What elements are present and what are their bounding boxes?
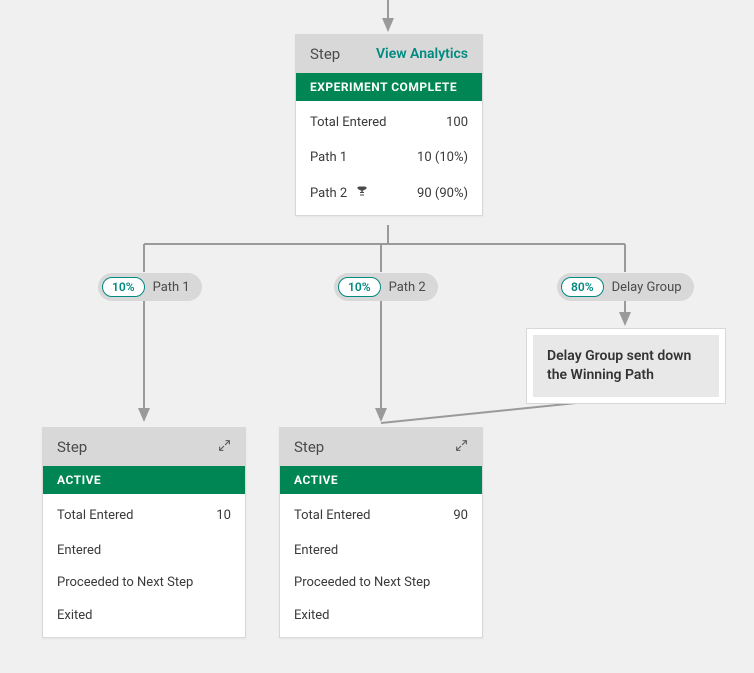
row-entered: Entered (280, 533, 482, 568)
row-exited: Exited (43, 598, 245, 633)
status-active: ACTIVE (43, 466, 245, 494)
label-total-entered: Total Entered (57, 508, 216, 523)
label-path1: Path 1 (310, 150, 417, 165)
value-path1: 10 (10%) (417, 150, 468, 165)
card-body: Total Entered 10 Entered Proceeded to Ne… (43, 494, 245, 637)
pill-path1-label: Path 1 (153, 280, 190, 295)
delay-group-note-text: Delay Group sent down the Winning Path (533, 335, 719, 397)
label-entered: Entered (57, 543, 231, 558)
row-proceeded: Proceeded to Next Step (280, 568, 482, 598)
delay-group-note: Delay Group sent down the Winning Path (526, 328, 726, 404)
label-path2: Path 2 (310, 185, 417, 201)
value-total-entered: 100 (446, 115, 468, 130)
expand-icon[interactable] (218, 438, 231, 456)
label-exited: Exited (57, 608, 231, 623)
status-active: ACTIVE (280, 466, 482, 494)
trophy-icon (356, 185, 368, 201)
card-body: Total Entered 90 Entered Proceeded to Ne… (280, 494, 482, 637)
path2-step-card: Step ACTIVE Total Entered 90 Entered Pro… (279, 427, 483, 638)
pill-delay-label: Delay Group (612, 280, 682, 295)
row-entered: Entered (43, 533, 245, 568)
row-proceeded: Proceeded to Next Step (43, 568, 245, 598)
path1-step-card: Step ACTIVE Total Entered 10 Entered Pro… (42, 427, 246, 638)
pill-path2-label: Path 2 (389, 280, 426, 295)
card-header: Step (280, 428, 482, 466)
card-title: Step (294, 438, 324, 456)
status-experiment-complete: EXPERIMENT COMPLETE (296, 73, 482, 101)
card-title: Step (310, 45, 340, 63)
row-exited: Exited (280, 598, 482, 633)
card-body: Total Entered 100 Path 1 10 (10%) Path 2… (296, 101, 482, 215)
row-path1: Path 1 10 (10%) (296, 140, 482, 175)
value-total-entered: 10 (216, 508, 231, 523)
label-exited: Exited (294, 608, 468, 623)
pill-path1-pct: 10% (102, 277, 145, 297)
row-total-entered: Total Entered 90 (280, 498, 482, 533)
pill-path2: 10% Path 2 (334, 273, 438, 301)
label-proceeded: Proceeded to Next Step (57, 574, 231, 592)
card-header: Step View Analytics (296, 35, 482, 73)
experiment-step-card: Step View Analytics EXPERIMENT COMPLETE … (295, 34, 483, 216)
row-total-entered: Total Entered 100 (296, 105, 482, 140)
label-total-entered: Total Entered (294, 508, 453, 523)
label-entered: Entered (294, 543, 468, 558)
value-total-entered: 90 (453, 508, 468, 523)
pill-delay-group: 80% Delay Group (557, 273, 694, 301)
pill-path1: 10% Path 1 (98, 273, 202, 301)
card-title: Step (57, 438, 87, 456)
pill-path2-pct: 10% (338, 277, 381, 297)
label-proceeded: Proceeded to Next Step (294, 574, 468, 592)
label-total-entered: Total Entered (310, 115, 446, 130)
row-path2-winner: Path 2 90 (90%) (296, 175, 482, 211)
view-analytics-link[interactable]: View Analytics (376, 46, 468, 62)
value-path2: 90 (90%) (417, 186, 468, 201)
row-total-entered: Total Entered 10 (43, 498, 245, 533)
card-header: Step (43, 428, 245, 466)
expand-icon[interactable] (455, 438, 468, 456)
pill-delay-pct: 80% (561, 277, 604, 297)
